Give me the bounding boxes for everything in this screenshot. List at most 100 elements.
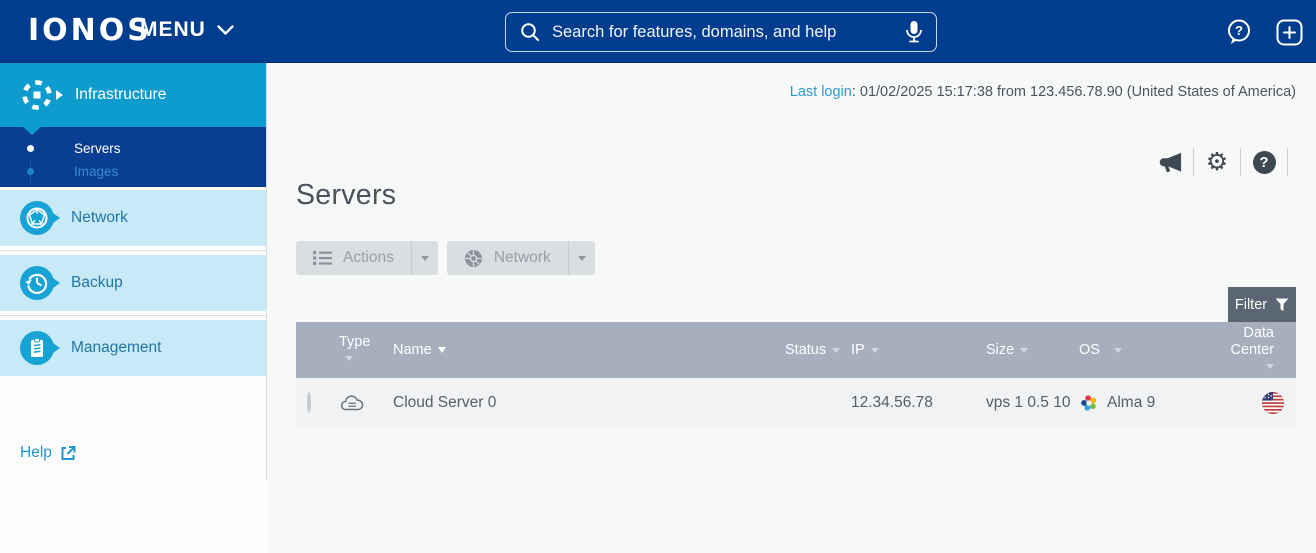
- sidebar-item-label: Network: [71, 209, 128, 226]
- column-label: Size: [986, 342, 1015, 358]
- header-cell-type[interactable]: Type: [332, 334, 380, 366]
- sort-arrow-icon[interactable]: [1113, 347, 1122, 353]
- row-cell-ip: 12.34.56.78: [851, 394, 933, 411]
- sidebar-divider: [0, 315, 266, 316]
- search-icon: [519, 21, 541, 43]
- help-link-label: Help: [20, 444, 52, 461]
- subitem-label: Images: [74, 164, 119, 179]
- icon-divider: [1193, 148, 1194, 176]
- row-cell-type: [332, 393, 380, 413]
- main-content: Last login: 01/02/2025 15:17:38 from 123…: [267, 63, 1316, 553]
- backup-icon: [20, 266, 60, 300]
- column-label: Type: [339, 334, 371, 350]
- us-flag-icon: [1262, 392, 1284, 414]
- sidebar-item-label: Infrastructure: [75, 86, 167, 103]
- network-button-label: Network: [493, 249, 551, 266]
- sidebar-item-network[interactable]: Network: [0, 190, 266, 246]
- search-bar[interactable]: [505, 12, 937, 52]
- microphone-icon[interactable]: [905, 20, 923, 44]
- column-label: Data Center: [1230, 324, 1274, 358]
- sort-arrow-icon[interactable]: [870, 347, 879, 353]
- network-dropdown-button[interactable]: [567, 241, 595, 275]
- active-item-notch: [23, 127, 41, 135]
- header-cell-data-center[interactable]: Data Center: [1218, 325, 1296, 375]
- network-button-group: Network: [446, 241, 595, 275]
- icon-divider: [1240, 148, 1241, 176]
- menu-label: MENU: [140, 18, 206, 41]
- infrastructure-submenu: Servers Images: [0, 127, 266, 187]
- column-label: Name: [393, 342, 432, 358]
- infrastructure-icon: [18, 76, 63, 114]
- external-link-icon: [60, 445, 76, 461]
- network-button[interactable]: Network: [447, 241, 568, 275]
- sidebar-subitem-images[interactable]: Images: [0, 160, 266, 183]
- help-link[interactable]: Help: [20, 444, 76, 462]
- caret-down-icon: [420, 255, 429, 261]
- cloud-server-icon: [339, 393, 380, 413]
- sidebar-subitem-servers[interactable]: Servers: [0, 137, 266, 183]
- top-navbar: IONOS MENU ?: [0, 0, 1316, 63]
- row-cell-data-center: [1218, 392, 1296, 414]
- sort-arrow-icon[interactable]: [345, 355, 353, 361]
- last-login-details: : 01/02/2025 15:17:38 from 123.456.78.90…: [851, 84, 1296, 100]
- network-icon: [20, 201, 60, 235]
- management-icon: [20, 331, 60, 365]
- caret-down-icon: [577, 255, 586, 261]
- row-cell-status: [777, 394, 843, 412]
- actions-dropdown-button[interactable]: [410, 241, 438, 275]
- header-cell-size[interactable]: Size: [978, 342, 1073, 358]
- column-label: OS: [1079, 342, 1100, 358]
- sidebar-item-infrastructure[interactable]: Infrastructure: [0, 63, 266, 127]
- subitem-label: Servers: [74, 141, 121, 156]
- svg-text:?: ?: [1235, 23, 1243, 38]
- header-cell-os[interactable]: OS: [1073, 342, 1218, 358]
- actions-button-group: Actions: [296, 241, 438, 275]
- help-circle-icon[interactable]: ?: [1251, 150, 1277, 174]
- filter-button[interactable]: Filter: [1228, 287, 1296, 322]
- toolbar: Actions Network: [296, 241, 595, 275]
- sidebar-item-label: Management: [71, 339, 162, 356]
- add-product-icon[interactable]: [1276, 19, 1303, 46]
- chevron-down-icon: [217, 24, 234, 36]
- column-label: Status: [785, 342, 827, 358]
- actions-button-label: Actions: [343, 249, 394, 266]
- page-title: Servers: [296, 179, 397, 211]
- announcements-icon[interactable]: [1157, 150, 1183, 175]
- funnel-icon: [1275, 298, 1289, 312]
- ionos-logo[interactable]: IONOS: [28, 13, 152, 48]
- sort-arrow-icon[interactable]: [437, 347, 446, 354]
- row-cell-size: vps 1 0.5 10: [986, 394, 1071, 411]
- last-login-line: Last login: 01/02/2025 15:17:38 from 123…: [790, 84, 1296, 100]
- sort-arrow-icon[interactable]: [832, 347, 841, 353]
- table-row[interactable]: Cloud Server 0 12.34.56.78 vps 1 0.5 10 …: [296, 378, 1296, 428]
- column-label: IP: [851, 342, 865, 358]
- header-cell-status[interactable]: Status: [777, 342, 843, 358]
- actions-button[interactable]: Actions: [296, 241, 411, 275]
- row-radio-button[interactable]: [307, 392, 311, 413]
- sidebar: Infrastructure Servers Images Network Ba…: [0, 63, 267, 553]
- table-header-row: Type Name Status IP Size OS Data Center: [296, 322, 1296, 378]
- sidebar-item-label: Backup: [71, 274, 123, 291]
- icon-divider: [1287, 148, 1288, 176]
- help-chat-icon[interactable]: ?: [1225, 18, 1253, 46]
- header-cell-ip[interactable]: IP: [843, 342, 978, 358]
- sidebar-divider: [0, 250, 266, 251]
- os-label: Alma 9: [1107, 394, 1156, 411]
- filter-button-label: Filter: [1234, 296, 1268, 313]
- sidebar-item-backup[interactable]: Backup: [0, 255, 266, 311]
- sort-arrow-icon[interactable]: [1266, 364, 1274, 369]
- sidebar-item-management[interactable]: Management: [0, 320, 266, 376]
- list-icon: [313, 250, 332, 266]
- sort-arrow-icon[interactable]: [1020, 347, 1029, 353]
- servers-table: Type Name Status IP Size OS Data Center …: [296, 322, 1296, 428]
- header-cell-name[interactable]: Name: [380, 342, 777, 358]
- almalinux-icon: [1079, 393, 1099, 413]
- gear-icon[interactable]: ⚙: [1204, 149, 1230, 175]
- search-input[interactable]: [552, 22, 894, 42]
- row-cell-name[interactable]: Cloud Server 0: [380, 394, 777, 412]
- globe-icon: [464, 249, 483, 268]
- bullet-icon: [27, 168, 34, 175]
- row-cell-os: Alma 9: [1073, 393, 1218, 413]
- menu-button[interactable]: MENU: [140, 18, 234, 42]
- last-login-link[interactable]: Last login: [790, 84, 852, 100]
